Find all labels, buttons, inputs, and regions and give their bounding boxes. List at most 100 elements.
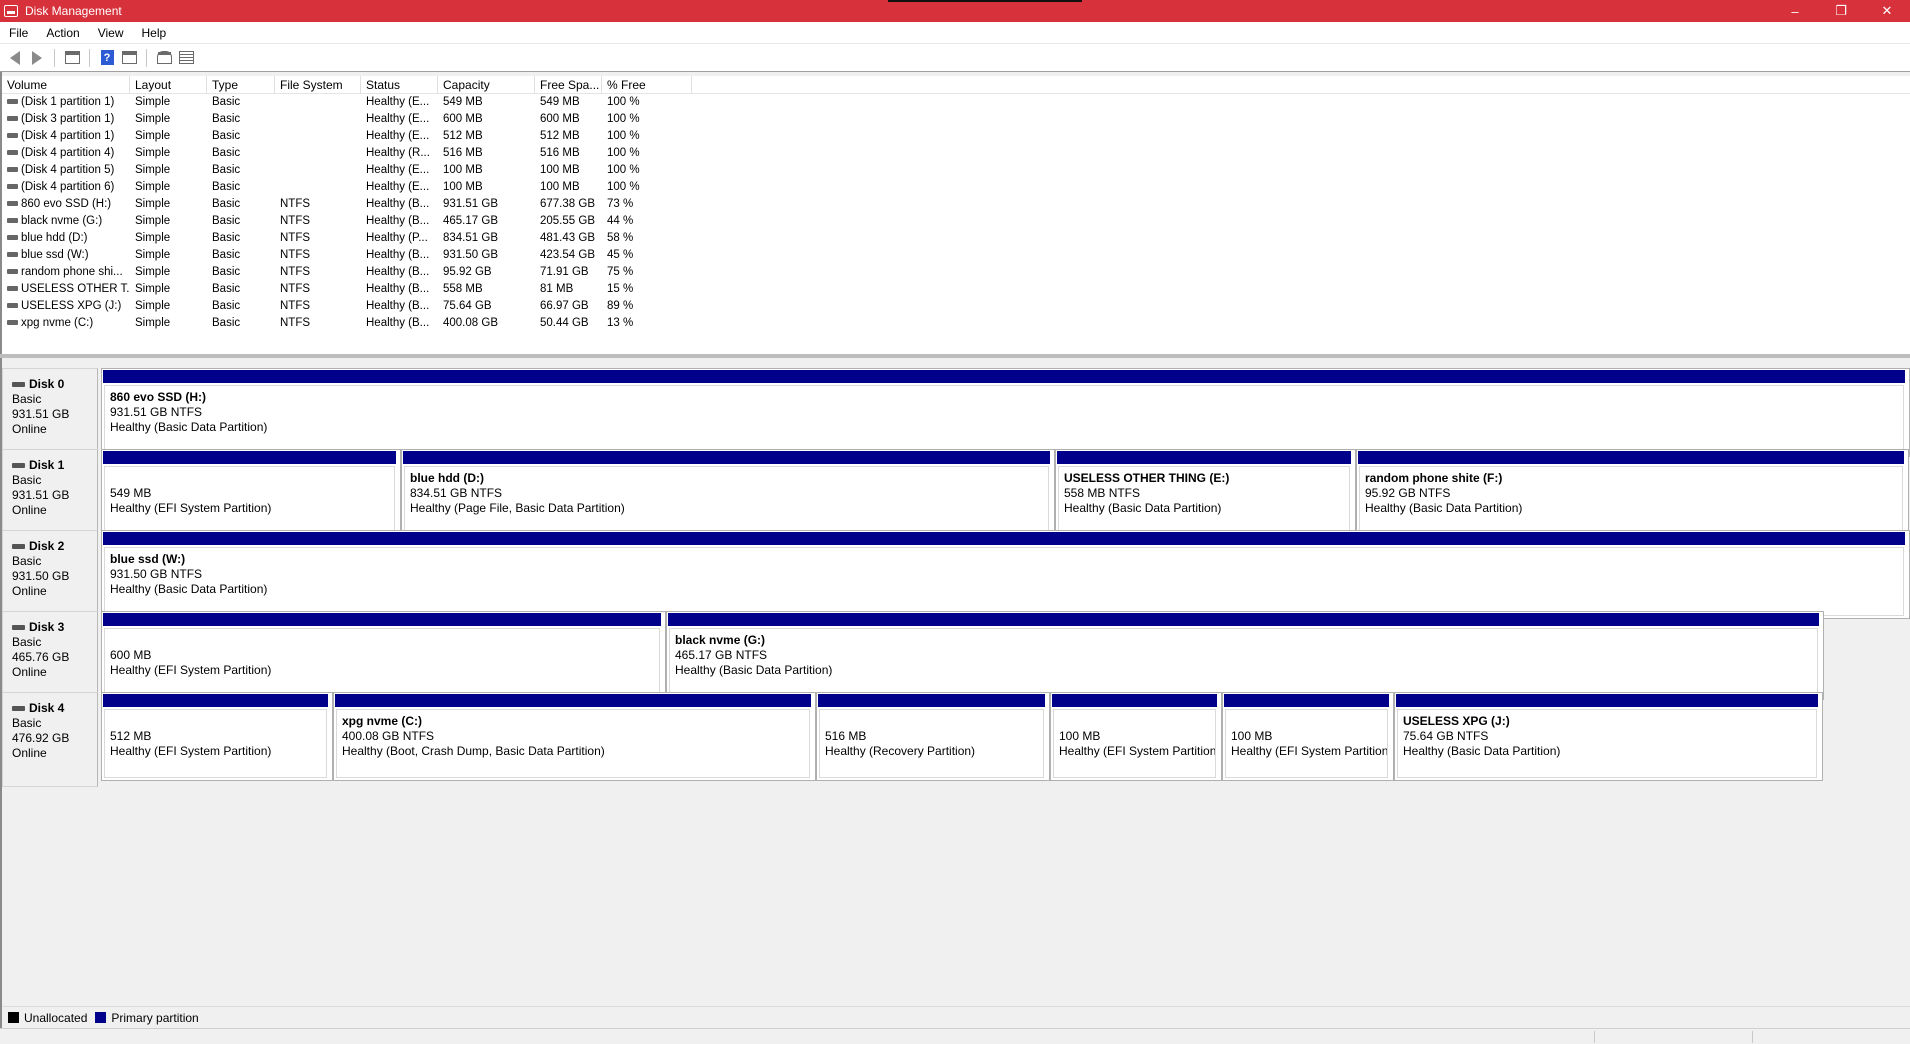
table-row[interactable]: (Disk 4 partition 5) Simple Basic Healthy (… xyxy=(2,162,1910,179)
partition-name-spacer xyxy=(110,471,389,486)
partition[interactable]: 512 MB Healthy (EFI System Partition) xyxy=(101,692,333,781)
properties-icon[interactable] xyxy=(118,47,140,69)
table-row[interactable]: (Disk 3 partition 1) Simple Basic Healthy (… xyxy=(2,111,1910,128)
legend-swatch-unallocated xyxy=(8,1012,19,1023)
menu-view[interactable]: View xyxy=(89,22,133,44)
table-row[interactable]: blue hdd (D:) Simple Basic NTFS Healthy (P..… xyxy=(2,230,1910,247)
partition-status: Healthy (EFI System Partition) xyxy=(110,663,272,677)
disk-name: Disk 3 xyxy=(12,620,97,635)
partition[interactable]: 100 MB Healthy (EFI System Partition) xyxy=(1050,692,1222,781)
cell-status: Healthy (B... xyxy=(366,283,430,295)
cell-type: Basic xyxy=(212,113,241,125)
cell-file-system: NTFS xyxy=(280,215,311,227)
partition[interactable]: USELESS XPG (J:) 75.64 GB NTFS Healthy (Ba… xyxy=(1394,692,1823,781)
restore-icon[interactable]: ❐ xyxy=(1818,0,1864,22)
partition-size: 95.92 GB NTFS xyxy=(1365,486,1451,500)
table-row[interactable]: (Disk 1 partition 1) Simple Basic Healthy (… xyxy=(2,94,1910,111)
partition[interactable]: xpg nvme (C:) 400.08 GB NTFS Healthy (Boot… xyxy=(333,692,816,781)
disk-type: Basic xyxy=(12,554,42,568)
toolbar-separator xyxy=(89,48,90,67)
minimize-icon[interactable]: – xyxy=(1772,0,1818,22)
partition-body: 100 MB Healthy (EFI System Partition) xyxy=(1225,709,1388,778)
volume-icon xyxy=(7,184,18,189)
table-row[interactable]: black nvme (G:) Simple Basic NTFS Healthy (B… xyxy=(2,213,1910,230)
menu-action[interactable]: Action xyxy=(37,22,88,44)
partition[interactable]: USELESS OTHER THING (E:) 558 MB NTFS Healt… xyxy=(1055,449,1356,538)
partition-status: Healthy (Basic Data Partition) xyxy=(1064,501,1222,515)
table-row[interactable]: blue ssd (W:) Simple Basic NTFS Healthy (B..… xyxy=(2,247,1910,264)
table-row[interactable]: (Disk 4 partition 1) Simple Basic Healthy (… xyxy=(2,128,1910,145)
cell-status: Healthy (B... xyxy=(366,215,430,227)
partition-status: Healthy (EFI System Partition) xyxy=(1231,744,1388,758)
cell-status: Healthy (B... xyxy=(366,249,430,261)
partition-status: Healthy (Basic Data Partition) xyxy=(1403,744,1561,758)
forward-arrow-icon[interactable] xyxy=(26,47,48,69)
table-row[interactable]: random phone shi... Simple Basic NTFS Health… xyxy=(2,264,1910,281)
volume-icon xyxy=(7,133,18,138)
cell-volume: (Disk 1 partition 1) xyxy=(2,94,130,111)
back-arrow-icon[interactable] xyxy=(4,47,26,69)
partition[interactable]: 600 MB Healthy (EFI System Partition) xyxy=(101,611,666,700)
column-header-type[interactable]: Type xyxy=(207,76,275,94)
column-header-free-space[interactable]: Free Spa... xyxy=(535,76,602,94)
table-row[interactable]: 860 evo SSD (H:) Simple Basic NTFS Healthy (… xyxy=(2,196,1910,213)
cell-percent-free: 73 % xyxy=(607,198,634,210)
partition-size: 600 MB xyxy=(110,648,152,662)
volume-name: (Disk 3 partition 1) xyxy=(21,113,115,125)
partition[interactable]: blue ssd (W:) 931.50 GB NTFS Healthy (Basi… xyxy=(101,530,1910,619)
table-row[interactable]: USELESS XPG (J:) Simple Basic NTFS Healthy (… xyxy=(2,298,1910,315)
cell-free-space: 66.97 GB xyxy=(540,300,589,312)
partition-size: 75.64 GB NTFS xyxy=(1403,729,1489,743)
partition-bar xyxy=(668,613,1819,626)
partition[interactable]: 549 MB Healthy (EFI System Partition) xyxy=(101,449,401,538)
partition[interactable]: 860 evo SSD (H:) 931.51 GB NTFS Healthy (B… xyxy=(101,368,1910,457)
partition-name: black nvme (G:) xyxy=(675,633,766,647)
table-row[interactable]: USELESS OTHER T... Simple Basic NTFS Healthy… xyxy=(2,281,1910,298)
column-header-status[interactable]: Status xyxy=(361,76,438,94)
cell-volume: (Disk 4 partition 1) xyxy=(2,128,130,145)
console-tree-icon[interactable] xyxy=(61,47,83,69)
partition[interactable]: blue hdd (D:) 834.51 GB NTFS Healthy (Page… xyxy=(401,449,1055,538)
close-icon[interactable]: ✕ xyxy=(1864,0,1910,22)
cell-capacity: 558 MB xyxy=(443,283,483,295)
partition-name-spacer xyxy=(110,633,654,648)
partition-strip: 549 MB Healthy (EFI System Partition) blue… xyxy=(101,449,1910,538)
column-header-file-system[interactable]: File System xyxy=(275,76,361,94)
disk-management-app-icon[interactable] xyxy=(4,5,18,17)
cell-type: Basic xyxy=(212,130,241,142)
partition-name: blue hdd (D:) xyxy=(410,471,484,485)
cell-status: Healthy (B... xyxy=(366,317,430,329)
column-header-volume[interactable]: Volume xyxy=(2,76,130,94)
disk-label[interactable]: Disk 4 Basic 476.92 GB Online xyxy=(2,692,98,787)
cell-layout: Simple xyxy=(135,317,171,329)
column-header-capacity[interactable]: Capacity xyxy=(438,76,535,94)
disk-graphical-view: Disk 0 Basic 931.51 GB Online 860 evo SSD (H… xyxy=(2,358,1910,1008)
menu-file[interactable]: File xyxy=(0,22,37,44)
menu-help[interactable]: Help xyxy=(133,22,176,44)
cell-capacity: 516 MB xyxy=(443,147,483,159)
legend-label-unallocated: Unallocated xyxy=(24,1010,88,1025)
volume-icon xyxy=(7,235,18,240)
partition-bar xyxy=(103,370,1905,383)
cell-free-space: 600 MB xyxy=(540,113,580,125)
table-row[interactable]: (Disk 4 partition 6) Simple Basic Healthy (… xyxy=(2,179,1910,196)
rescan-icon[interactable] xyxy=(153,47,175,69)
cell-status: Healthy (E... xyxy=(366,164,430,176)
partition[interactable]: 100 MB Healthy (EFI System Partition) xyxy=(1222,692,1394,781)
column-header-percent-free[interactable]: % Free xyxy=(602,76,692,94)
partition[interactable]: random phone shite (F:) 95.92 GB NTFS Heal… xyxy=(1356,449,1909,538)
disk-icon xyxy=(12,625,25,630)
partition[interactable]: 516 MB Healthy (Recovery Partition) xyxy=(816,692,1050,781)
partition[interactable]: black nvme (G:) 465.17 GB NTFS Healthy (Ba… xyxy=(666,611,1824,700)
table-row[interactable]: xpg nvme (C:) Simple Basic NTFS Healthy (B..… xyxy=(2,315,1910,332)
disk-state: Online xyxy=(12,584,47,598)
partition-name-spacer xyxy=(1231,714,1382,729)
list-view-icon[interactable] xyxy=(175,47,197,69)
column-header-layout[interactable]: Layout xyxy=(130,76,207,94)
cell-file-system: NTFS xyxy=(280,249,311,261)
help-icon[interactable]: ? xyxy=(96,47,118,69)
cell-capacity: 100 MB xyxy=(443,181,483,193)
cell-capacity: 100 MB xyxy=(443,164,483,176)
table-row[interactable]: (Disk 4 partition 4) Simple Basic Healthy (… xyxy=(2,145,1910,162)
cell-status: Healthy (E... xyxy=(366,181,430,193)
